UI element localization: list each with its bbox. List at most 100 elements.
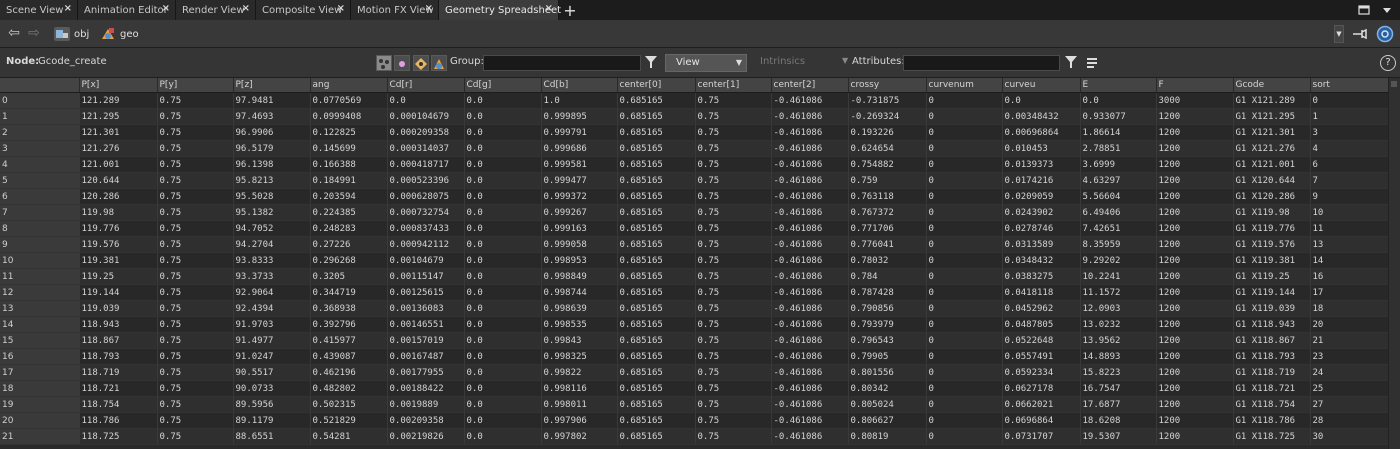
detail-mode-button[interactable] xyxy=(431,55,447,71)
table-cell: 0.75 xyxy=(157,156,234,173)
table-body: 0 121.289 0.75 97.9481 0.0770569 0.0 0.0 1.0 0.6… xyxy=(0,92,1390,445)
table-cell: G1 X120.644 xyxy=(1233,172,1311,189)
table-row[interactable]: 12 119.144 0.75 92.9064 0.344719 0.00125615 0.… xyxy=(0,284,1390,301)
table-cell: 0.000628075 xyxy=(387,188,465,205)
primitives-mode-button[interactable] xyxy=(413,55,429,71)
tab-close-icon[interactable]: × xyxy=(242,3,250,14)
column-header[interactable]: P[x] xyxy=(79,78,158,93)
path-history-dropdown[interactable]: ▼ xyxy=(1334,25,1344,43)
forward-arrow-icon[interactable]: ⇨ xyxy=(26,25,42,41)
tab-close-icon[interactable]: × xyxy=(337,3,345,14)
table-cell: 120.286 xyxy=(79,188,158,205)
column-header[interactable]: center[2] xyxy=(771,78,849,93)
table-cell: G1 X119.381 xyxy=(1233,252,1311,269)
view-dropdown[interactable]: View ▼ xyxy=(665,54,747,72)
table-row[interactable]: 18 118.721 0.75 90.0733 0.482802 0.00188422 0.… xyxy=(0,380,1390,397)
row-index: 21 xyxy=(0,428,80,445)
column-header[interactable]: center[0] xyxy=(617,78,696,93)
table-row[interactable]: 4 121.001 0.75 96.1398 0.166388 0.000418717 0.… xyxy=(0,156,1390,173)
table-cell: 12.0903 xyxy=(1080,300,1157,317)
table-row[interactable]: 9 119.576 0.75 94.2704 0.27226 0.000942112 0.0… xyxy=(0,236,1390,253)
path-bar: ⇦ ⇨ obj geo ▼ xyxy=(0,20,1400,48)
table-cell: 1200 xyxy=(1156,268,1234,285)
tab-animation-editor[interactable]: Animation Editor × xyxy=(78,0,176,20)
table-cell: 0.685165 xyxy=(617,284,696,301)
table-row[interactable]: 6 120.286 0.75 95.5028 0.203594 0.000628075 0.… xyxy=(0,188,1390,205)
link-circle-icon[interactable] xyxy=(1376,25,1394,43)
table-cell: 0.997906 xyxy=(541,412,618,429)
table-row[interactable]: 20 118.786 0.75 89.1179 0.521829 0.00209358 0.… xyxy=(0,412,1390,429)
breadcrumb-geo[interactable]: geo xyxy=(100,25,139,43)
tab-render-view[interactable]: Render View × xyxy=(176,0,256,20)
column-header[interactable]: Gcode xyxy=(1233,78,1311,93)
table-row[interactable]: 17 118.719 0.75 90.5517 0.462196 0.00177955 0.… xyxy=(0,364,1390,381)
table-row[interactable]: 3 121.276 0.75 96.5179 0.145699 0.000314037 0.… xyxy=(0,140,1390,157)
column-header[interactable]: crossy xyxy=(848,78,927,93)
table-row[interactable]: 1 121.295 0.75 97.4693 0.0999408 0.000104679 0… xyxy=(0,108,1390,125)
table-row[interactable]: 7 119.98 0.75 95.1382 0.224385 0.000732754 0.0… xyxy=(0,204,1390,221)
breadcrumb-obj[interactable]: obj xyxy=(54,25,89,43)
index-column-header[interactable] xyxy=(0,78,80,93)
scrollbar-grip[interactable] xyxy=(1391,81,1397,87)
column-header[interactable]: sort xyxy=(1310,78,1390,93)
back-arrow-icon[interactable]: ⇦ xyxy=(6,25,22,41)
table-cell: 16.7547 xyxy=(1080,380,1157,397)
column-header[interactable]: Cd[r] xyxy=(387,78,465,93)
points-mode-button[interactable] xyxy=(376,55,392,71)
table-row[interactable]: 15 118.867 0.75 91.4977 0.415977 0.00157019 0.… xyxy=(0,332,1390,349)
table-row[interactable]: 8 119.776 0.75 94.7052 0.248283 0.000837433 0.… xyxy=(0,220,1390,237)
column-header[interactable]: P[y] xyxy=(157,78,234,93)
table-row[interactable]: 5 120.644 0.75 95.8213 0.184991 0.000523396 0.… xyxy=(0,172,1390,189)
table-row[interactable]: 2 121.301 0.75 96.9906 0.122825 0.000209358 0.… xyxy=(0,124,1390,141)
column-header[interactable]: Cd[g] xyxy=(464,78,542,93)
tab-geometry-spreadsheet[interactable]: Geometry Spreadsheet × xyxy=(439,0,561,20)
column-header[interactable]: ang xyxy=(310,78,388,93)
attributes-field[interactable] xyxy=(903,55,1060,71)
pin-icon[interactable] xyxy=(1352,27,1368,41)
table-cell: 9.29202 xyxy=(1080,252,1157,269)
vertices-mode-button[interactable] xyxy=(394,55,410,71)
vertical-scrollbar[interactable] xyxy=(1388,78,1400,449)
attributes-filter-icon[interactable] xyxy=(1064,54,1078,70)
row-index: 9 xyxy=(0,236,80,253)
table-cell: -0.461086 xyxy=(771,172,849,189)
tab-motion-fx-view[interactable]: Motion FX View × xyxy=(351,0,439,20)
tab-close-icon[interactable]: × xyxy=(64,3,72,14)
table-cell: 0.122825 xyxy=(310,124,388,141)
tab-close-icon[interactable]: × xyxy=(162,3,170,14)
tab-composite-view[interactable]: Composite View × xyxy=(256,0,351,20)
help-icon[interactable]: ? xyxy=(1380,55,1396,71)
tab-close-icon[interactable]: × xyxy=(545,3,553,14)
table-row[interactable]: 13 119.039 0.75 92.4394 0.368938 0.00136083 0.… xyxy=(0,300,1390,317)
table-cell: 0.0 xyxy=(464,396,542,413)
table-row[interactable]: 11 119.25 0.75 93.3733 0.3205 0.00115147 0.0 0.… xyxy=(0,268,1390,285)
column-header[interactable]: center[1] xyxy=(695,78,772,93)
table-row[interactable]: 21 118.725 0.75 88.6551 0.54281 0.00219826 0.0… xyxy=(0,428,1390,445)
table-cell: G1 X121.001 xyxy=(1233,156,1311,173)
table-row[interactable]: 19 118.754 0.75 89.5956 0.502315 0.0019889 0.0… xyxy=(0,396,1390,413)
group-field[interactable] xyxy=(483,55,641,71)
maximize-pane-icon[interactable] xyxy=(1358,5,1370,15)
table-cell: 0.0 xyxy=(464,348,542,365)
add-tab-icon[interactable]: + xyxy=(559,0,581,20)
column-header[interactable]: F xyxy=(1156,78,1234,93)
tab-close-icon[interactable]: × xyxy=(425,3,433,14)
table-cell: 0.0627178 xyxy=(1002,380,1081,397)
table-cell: -0.461086 xyxy=(771,108,849,125)
group-filter-icon[interactable] xyxy=(644,54,658,70)
column-header[interactable]: curvenum xyxy=(926,78,1003,93)
column-header[interactable]: P[z] xyxy=(233,78,311,93)
table-row[interactable]: 14 118.943 0.75 91.9703 0.392796 0.00146551 0.… xyxy=(0,316,1390,333)
table-row[interactable]: 0 121.289 0.75 97.9481 0.0770569 0.0 0.0 1.0 0.6… xyxy=(0,92,1390,109)
table-row[interactable]: 16 118.793 0.75 91.0247 0.439087 0.00167487 0.… xyxy=(0,348,1390,365)
tab-scene-view[interactable]: Scene View × xyxy=(0,0,78,20)
table-cell: 0 xyxy=(926,124,1003,141)
column-header[interactable]: E xyxy=(1080,78,1157,93)
pane-menu-arrow-icon[interactable] xyxy=(1382,5,1392,15)
column-header[interactable]: Cd[b] xyxy=(541,78,618,93)
intrinsics-dropdown[interactable]: Intrinsics xyxy=(760,56,805,67)
table-row[interactable]: 10 119.381 0.75 93.8333 0.296268 0.00104679 0.… xyxy=(0,252,1390,269)
column-header[interactable]: curveu xyxy=(1002,78,1081,93)
column-options-icon[interactable] xyxy=(1086,57,1100,69)
table-cell: 14 xyxy=(1310,252,1390,269)
